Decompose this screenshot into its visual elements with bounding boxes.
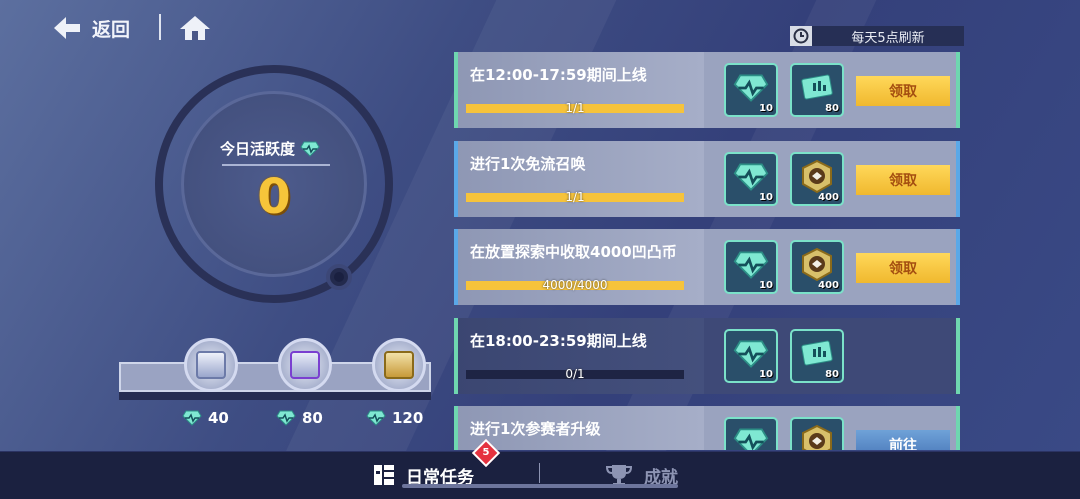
task-title: 在放置探索中收取4000凹凸币 [470, 243, 677, 261]
active-tab-underline [402, 484, 678, 488]
back-label: 返回 [92, 18, 131, 41]
activity-gem-icon [733, 162, 769, 196]
task-row: 在放置探索中收取4000凹凸币 4000/4000 10 400 领取 [454, 229, 964, 305]
claim-button[interactable]: 领取 [856, 165, 950, 195]
go-button[interactable]: 前往 [856, 430, 950, 450]
reward-item[interactable]: 400 [790, 240, 844, 294]
bottom-nav [0, 451, 1080, 499]
task-progress-text: 1/1 [565, 190, 585, 204]
chest-40[interactable] [184, 338, 238, 392]
task-row: 进行1次免流召唤 1/1 10 400 领取 [454, 141, 964, 217]
activity-label-text: 今日活跃度 [220, 140, 296, 158]
stamina-card-icon [799, 339, 835, 373]
task-title: 进行1次免流召唤 [470, 155, 586, 173]
gold-chest-icon [384, 351, 414, 379]
chest-progress-bar-base [119, 392, 431, 400]
task-edge [454, 141, 458, 217]
activity-gem-icon [182, 410, 202, 426]
task-edge [454, 52, 458, 128]
activity-gem-icon [733, 250, 769, 284]
task-list[interactable]: 在12:00-17:59期间上线 1/1 10 80 领取 进行1次免流召唤 1/1 10 40… [454, 52, 966, 450]
task-edge-right [956, 141, 960, 217]
reward-qty: 10 [759, 369, 773, 380]
reward-item[interactable] [790, 417, 844, 450]
reward-item[interactable]: 400 [790, 152, 844, 206]
task-edge [454, 318, 458, 394]
claim-button[interactable]: 领取 [856, 76, 950, 106]
nav-separator [539, 463, 540, 483]
ring-knob [326, 264, 352, 290]
refresh-text: 每天5点刷新 [851, 30, 925, 46]
back-button[interactable]: 返回 [52, 14, 130, 42]
coin-icon [799, 424, 835, 450]
reward-qty: 10 [759, 280, 773, 291]
silver-chest-icon [196, 351, 226, 379]
reward-item[interactable]: 10 [724, 63, 778, 117]
task-progress-text: 1/1 [565, 101, 585, 115]
top-divider [159, 14, 161, 40]
tab-achievements[interactable]: 成就 [604, 451, 678, 499]
task-row: 在12:00-17:59期间上线 1/1 10 80 领取 [454, 52, 964, 128]
task-progress-text: 4000/4000 [542, 278, 608, 292]
task-edge-right [956, 52, 960, 128]
reward-item[interactable]: 10 [724, 152, 778, 206]
reward-qty: 400 [818, 192, 839, 203]
back-arrow-icon [54, 17, 80, 39]
task-edge-right [956, 229, 960, 305]
task-edge-right [956, 406, 960, 450]
chest-requirement: 80 [276, 409, 323, 427]
reward-qty: 80 [825, 103, 839, 114]
reward-item[interactable] [724, 417, 778, 450]
task-title: 在12:00-17:59期间上线 [470, 66, 647, 84]
reward-item[interactable]: 10 [724, 240, 778, 294]
clock-icon [790, 26, 812, 46]
activity-gem-icon [733, 427, 769, 450]
task-progress-text: 0/1 [565, 367, 585, 381]
activity-gem-icon [733, 73, 769, 107]
activity-gem-icon [733, 339, 769, 373]
home-icon[interactable] [178, 14, 212, 42]
task-row: 在18:00-23:59期间上线 0/1 10 80 [454, 318, 964, 394]
reward-qty: 80 [825, 369, 839, 380]
chest-requirement-value: 120 [392, 409, 424, 427]
task-edge [454, 229, 458, 305]
chest-requirement-value: 40 [208, 409, 229, 427]
task-row: 进行1次参赛者升级前往 [454, 406, 964, 450]
reward-item[interactable]: 10 [724, 329, 778, 383]
chest-requirement: 120 [366, 409, 423, 427]
activity-label: 今日活跃度 [220, 138, 320, 159]
task-edge [454, 406, 458, 450]
chest-requirement-value: 80 [302, 409, 323, 427]
refresh-info: 每天5点刷新 [790, 26, 964, 46]
task-list-icon [374, 465, 394, 485]
chest-80[interactable] [278, 338, 332, 392]
purple-chest-icon [290, 351, 320, 379]
reward-qty: 10 [759, 192, 773, 203]
chest-requirement: 40 [182, 409, 229, 427]
reward-qty: 400 [818, 280, 839, 291]
activity-gem-icon [300, 141, 320, 157]
activity-divider [222, 164, 330, 166]
reward-item[interactable]: 80 [790, 329, 844, 383]
activity-gem-icon [276, 410, 296, 426]
reward-qty: 10 [759, 103, 773, 114]
activity-value: 0 [257, 169, 291, 225]
chest-120[interactable] [372, 338, 426, 392]
stamina-card-icon [799, 73, 835, 107]
activity-gem-icon [366, 410, 386, 426]
reward-item[interactable]: 80 [790, 63, 844, 117]
tab-daily-tasks[interactable]: 日常任务 [372, 451, 474, 499]
task-title: 在18:00-23:59期间上线 [470, 332, 647, 350]
notification-badge-count: 5 [482, 447, 490, 458]
task-title: 进行1次参赛者升级 [470, 420, 601, 438]
claim-button[interactable]: 领取 [856, 253, 950, 283]
task-edge-right [956, 318, 960, 394]
